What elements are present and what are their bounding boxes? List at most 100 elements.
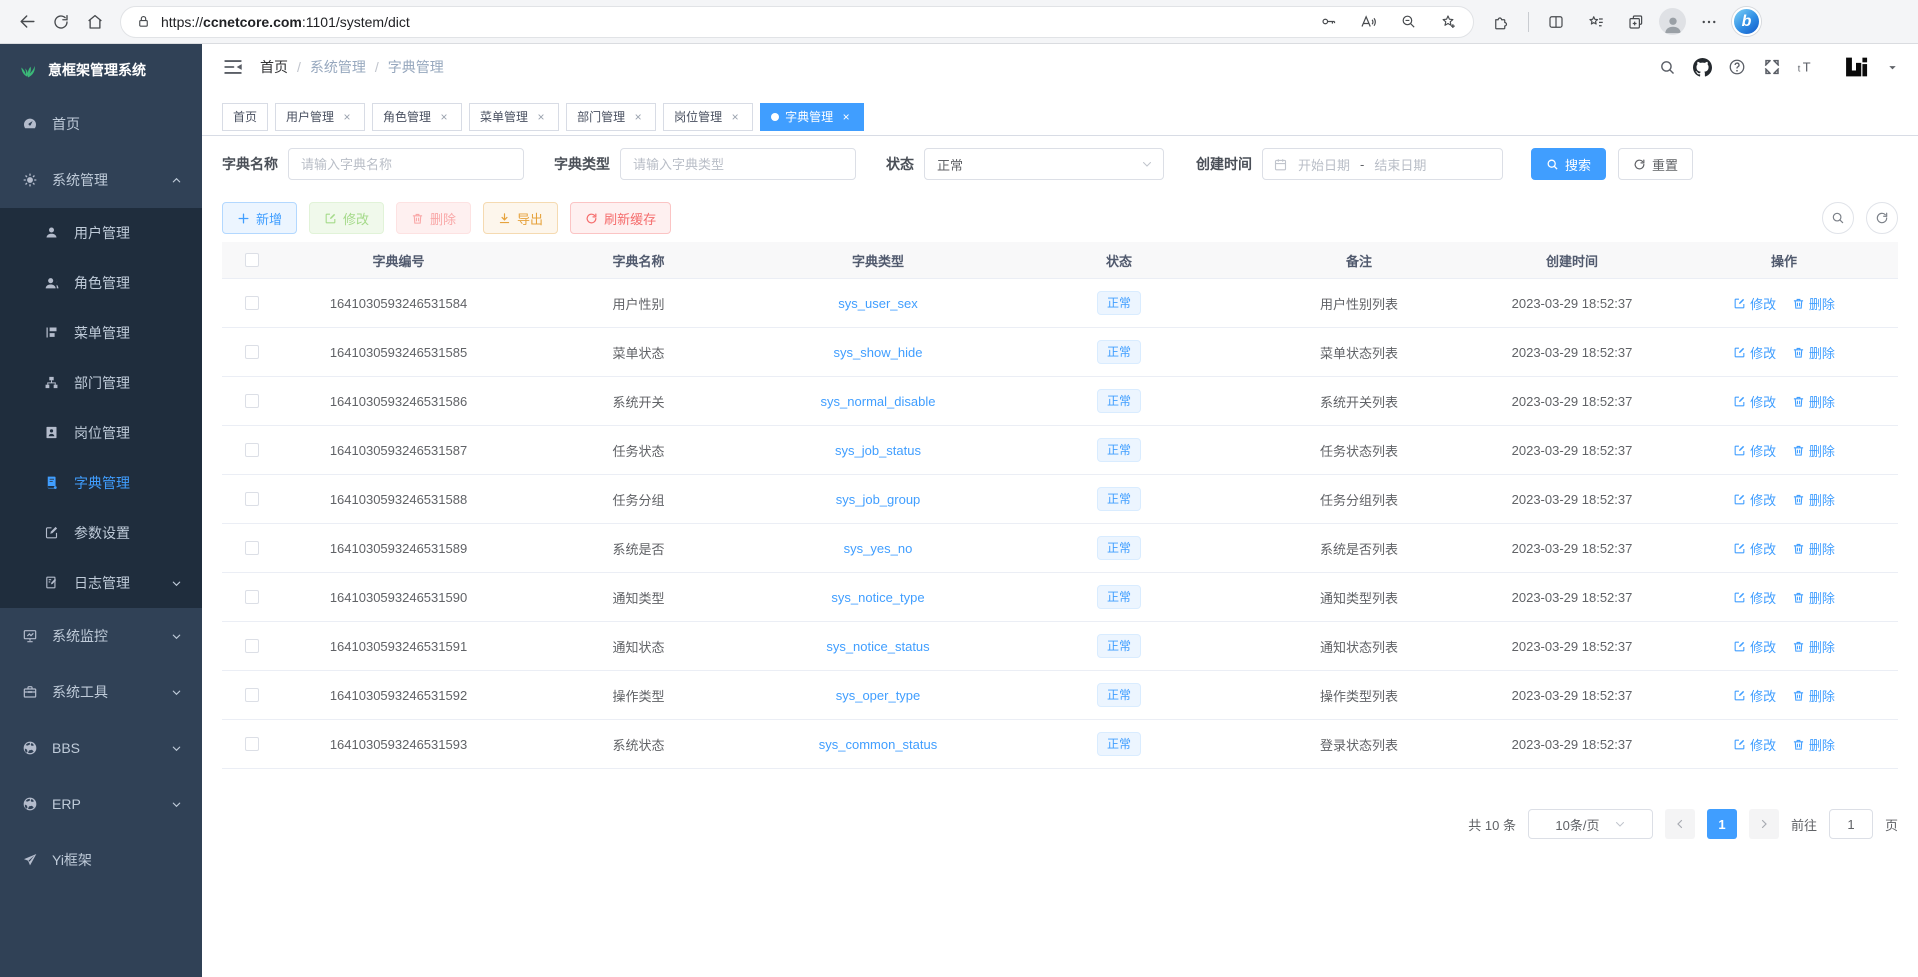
more-icon[interactable] (1692, 5, 1726, 39)
row-delete-button[interactable]: 删除 (1792, 343, 1835, 362)
row-checkbox[interactable] (245, 639, 259, 653)
sidebar-item-params[interactable]: 参数设置 (0, 508, 202, 558)
row-delete-button[interactable]: 删除 (1792, 588, 1835, 607)
row-edit-button[interactable]: 修改 (1733, 490, 1776, 509)
cell-dict-type-link[interactable]: sys_oper_type (836, 688, 921, 703)
close-icon[interactable]: × (340, 110, 354, 124)
app-logo[interactable]: 意框架管理系统 (0, 44, 202, 96)
sidebar-item-users[interactable]: 用户管理 (0, 208, 202, 258)
page-size-select[interactable]: 10条/页 (1528, 809, 1653, 839)
sidebar-item-roles[interactable]: 角色管理 (0, 258, 202, 308)
sidebar-item-yi-framework[interactable]: Yi框架 (0, 832, 202, 888)
cell-dict-type-link[interactable]: sys_yes_no (844, 541, 913, 556)
breadcrumb-home[interactable]: 首页 (260, 57, 288, 77)
user-avatar-logo[interactable] (1842, 53, 1870, 81)
cell-dict-type-link[interactable]: sys_notice_type (831, 590, 924, 605)
sidebar-item-depts[interactable]: 部门管理 (0, 358, 202, 408)
github-icon[interactable] (1692, 57, 1712, 77)
row-edit-button[interactable]: 修改 (1733, 686, 1776, 705)
sidebar-item-tools[interactable]: 系统工具 (0, 664, 202, 720)
help-icon[interactable] (1727, 57, 1747, 77)
tab-group-icon[interactable] (1619, 5, 1653, 39)
tab-post-mgmt[interactable]: 岗位管理× (663, 103, 753, 131)
tab-user-mgmt[interactable]: 用户管理× (275, 103, 365, 131)
fullscreen-icon[interactable] (1762, 57, 1782, 77)
chevron-down-icon[interactable] (1887, 62, 1898, 73)
row-checkbox[interactable] (245, 492, 259, 506)
row-delete-button[interactable]: 删除 (1792, 441, 1835, 460)
add-button[interactable]: 新增 (222, 202, 297, 234)
zoom-out-icon[interactable] (1395, 9, 1421, 35)
cell-dict-type-link[interactable]: sys_common_status (819, 737, 938, 752)
collections-star-icon[interactable] (1579, 5, 1613, 39)
row-edit-button[interactable]: 修改 (1733, 392, 1776, 411)
home-icon[interactable] (78, 5, 112, 39)
tab-role-mgmt[interactable]: 角色管理× (372, 103, 462, 131)
row-checkbox[interactable] (245, 737, 259, 751)
sidebar-item-monitor[interactable]: 系统监控 (0, 608, 202, 664)
address-bar[interactable]: https://ccnetcore.com:1101/system/dict (120, 6, 1474, 38)
cell-dict-type-link[interactable]: sys_show_hide (834, 345, 923, 360)
row-checkbox[interactable] (245, 296, 259, 310)
dict-type-input[interactable] (620, 148, 856, 180)
sidebar-item-posts[interactable]: 岗位管理 (0, 408, 202, 458)
row-checkbox[interactable] (245, 345, 259, 359)
export-button[interactable]: 导出 (483, 202, 558, 234)
prev-page-button[interactable] (1665, 809, 1695, 839)
copilot-icon[interactable]: b (1732, 7, 1761, 36)
reset-button[interactable]: 重置 (1618, 148, 1693, 180)
cell-dict-type-link[interactable]: sys_notice_status (826, 639, 929, 654)
search-button[interactable]: 搜索 (1531, 148, 1606, 180)
sidebar-item-dict[interactable]: 字典管理 (0, 458, 202, 508)
sidebar-item-bbs[interactable]: BBS (0, 720, 202, 776)
tab-dict-mgmt[interactable]: 字典管理× (760, 103, 864, 131)
row-edit-button[interactable]: 修改 (1733, 441, 1776, 460)
row-checkbox[interactable] (245, 541, 259, 555)
refresh-table-button[interactable] (1866, 202, 1898, 234)
row-edit-button[interactable]: 修改 (1733, 539, 1776, 558)
lock-icon[interactable] (133, 12, 153, 32)
cell-dict-type-link[interactable]: sys_user_sex (838, 296, 917, 311)
row-delete-button[interactable]: 删除 (1792, 490, 1835, 509)
edit-button[interactable]: 修改 (309, 202, 384, 234)
date-range-picker[interactable]: 开始日期 - 结束日期 (1262, 148, 1503, 180)
row-edit-button[interactable]: 修改 (1733, 343, 1776, 362)
read-aloud-icon[interactable] (1355, 9, 1381, 35)
back-icon[interactable] (10, 5, 44, 39)
sidebar-item-erp[interactable]: ERP (0, 776, 202, 832)
next-page-button[interactable] (1749, 809, 1779, 839)
search-icon[interactable] (1657, 57, 1677, 77)
page-number-1[interactable]: 1 (1707, 809, 1737, 839)
row-delete-button[interactable]: 删除 (1792, 637, 1835, 656)
close-icon[interactable]: × (437, 110, 451, 124)
split-screen-icon[interactable] (1539, 5, 1573, 39)
close-icon[interactable]: × (631, 110, 645, 124)
row-delete-button[interactable]: 删除 (1792, 686, 1835, 705)
select-all-checkbox[interactable] (245, 253, 259, 267)
goto-page-input[interactable] (1829, 809, 1873, 839)
row-checkbox[interactable] (245, 688, 259, 702)
refresh-cache-button[interactable]: 刷新缓存 (570, 202, 671, 234)
hamburger-icon[interactable] (222, 56, 244, 78)
extensions-icon[interactable] (1484, 5, 1518, 39)
cell-dict-type-link[interactable]: sys_normal_disable (821, 394, 936, 409)
row-delete-button[interactable]: 删除 (1792, 735, 1835, 754)
reload-icon[interactable] (44, 5, 78, 39)
delete-button[interactable]: 删除 (396, 202, 471, 234)
row-edit-button[interactable]: 修改 (1733, 637, 1776, 656)
row-edit-button[interactable]: 修改 (1733, 588, 1776, 607)
profile-icon[interactable] (1659, 8, 1686, 35)
key-icon[interactable] (1315, 9, 1341, 35)
favorite-add-icon[interactable] (1435, 9, 1461, 35)
tab-dept-mgmt[interactable]: 部门管理× (566, 103, 656, 131)
tab-menu-mgmt[interactable]: 菜单管理× (469, 103, 559, 131)
close-icon[interactable]: × (728, 110, 742, 124)
close-icon[interactable]: × (839, 110, 853, 124)
font-size-icon[interactable]: tT (1797, 57, 1817, 77)
row-edit-button[interactable]: 修改 (1733, 294, 1776, 313)
row-delete-button[interactable]: 删除 (1792, 539, 1835, 558)
row-delete-button[interactable]: 删除 (1792, 392, 1835, 411)
sidebar-item-logs[interactable]: 日志管理 (0, 558, 202, 608)
status-select[interactable]: 正常 (924, 148, 1164, 180)
cell-dict-type-link[interactable]: sys_job_group (836, 492, 921, 507)
